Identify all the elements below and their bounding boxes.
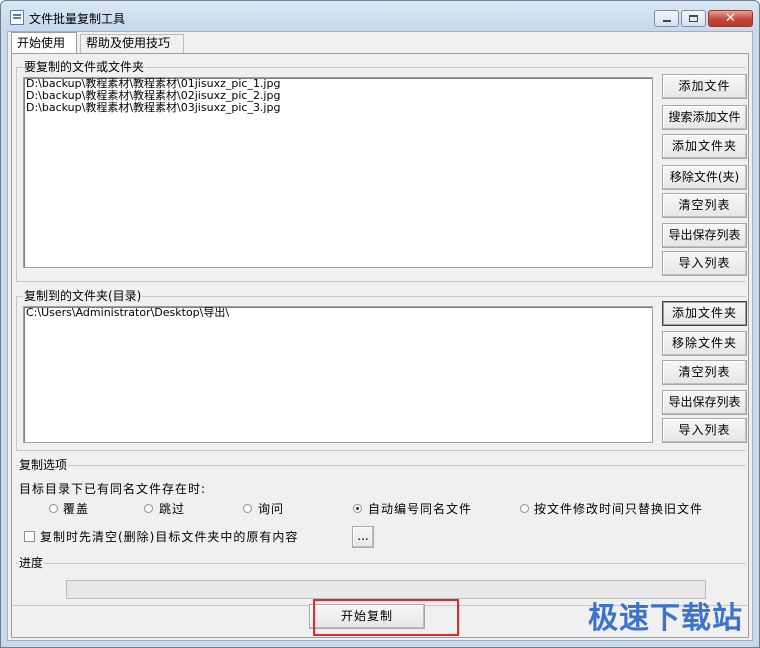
- import-dest-list-button[interactable]: 导入列表: [662, 418, 747, 443]
- list-item[interactable]: D:\backup\教程素材\教程素材\03jisuxz_pic_3.jpg: [24, 102, 652, 114]
- clear-dest-list-button[interactable]: 清空列表: [662, 360, 747, 385]
- radio-skip-label[interactable]: 跳过: [159, 500, 185, 517]
- list-item[interactable]: C:\Users\Administrator\Desktop\导出\: [24, 307, 652, 319]
- radio-auto-number[interactable]: [353, 504, 362, 513]
- options-group: 复制选项 目标目录下已有同名文件存在时: 覆盖 跳过 询问 自动编号同名文件 按…: [16, 458, 746, 551]
- watermark: 极速下载站: [588, 601, 743, 636]
- source-group-label: 要复制的文件或文件夹: [23, 60, 146, 74]
- conflict-prompt: 目标目录下已有同名文件存在时:: [19, 482, 207, 496]
- radio-auto-number-label[interactable]: 自动编号同名文件: [368, 500, 472, 517]
- add-dest-folder-button[interactable]: 添加文件夹: [662, 301, 747, 326]
- remove-dest-folder-button[interactable]: 移除文件夹: [662, 331, 747, 356]
- clear-target-label[interactable]: 复制时先清空(删除)目标文件夹中的原有内容: [40, 528, 298, 545]
- add-file-button[interactable]: 添加文件: [662, 74, 747, 99]
- minimize-icon: [663, 20, 671, 22]
- dest-group: 复制到的文件夹(目录) C:\Users\Administrator\Deskt…: [16, 289, 747, 451]
- radio-overwrite-label[interactable]: 覆盖: [63, 500, 89, 517]
- source-group: 要复制的文件或文件夹 D:\backup\教程素材\教程素材\01jisuxz_…: [16, 60, 747, 282]
- radio-ask[interactable]: [243, 504, 252, 513]
- import-list-button[interactable]: 导入列表: [662, 251, 747, 276]
- source-file-list[interactable]: D:\backup\教程素材\教程素材\01jisuxz_pic_1.jpg D…: [23, 77, 653, 268]
- conflict-options: 覆盖 跳过 询问 自动编号同名文件 按文件修改时间只替换旧文件: [16, 500, 746, 518]
- maximize-icon: [689, 15, 698, 22]
- radio-overwrite[interactable]: [49, 504, 58, 513]
- dest-folder-list[interactable]: C:\Users\Administrator\Desktop\导出\: [23, 306, 653, 443]
- client-area: 开始使用 帮助及使用技巧 要复制的文件或文件夹 D:\backup\教程素材\教…: [7, 31, 753, 641]
- clear-list-button[interactable]: 清空列表: [662, 193, 747, 218]
- options-group-label: 复制选项: [18, 458, 69, 472]
- start-button-highlight: [313, 599, 459, 636]
- tab-start[interactable]: 开始使用: [11, 32, 77, 54]
- tab-panel-start: 要复制的文件或文件夹 D:\backup\教程素材\教程素材\01jisuxz_…: [11, 53, 749, 638]
- dest-group-label: 复制到的文件夹(目录): [23, 289, 143, 303]
- export-dest-list-button[interactable]: 导出保存列表: [662, 390, 747, 415]
- add-folder-button[interactable]: 添加文件夹: [662, 134, 747, 159]
- radio-ask-label[interactable]: 询问: [258, 500, 284, 517]
- window-title: 文件批量复制工具: [29, 12, 126, 26]
- app-icon: [10, 10, 24, 25]
- progress-group-label: 进度: [18, 556, 45, 570]
- tab-help[interactable]: 帮助及使用技巧: [80, 34, 184, 53]
- clear-target-checkbox[interactable]: [24, 531, 35, 542]
- minimize-button[interactable]: [654, 10, 679, 27]
- export-list-button[interactable]: 导出保存列表: [662, 223, 747, 248]
- close-button[interactable]: ✕: [708, 10, 753, 27]
- app-window: 文件批量复制工具 ✕ 开始使用 帮助及使用技巧 要复制的文件或文件夹 D:\ba…: [0, 0, 760, 648]
- search-add-file-button[interactable]: 搜索添加文件: [662, 105, 747, 130]
- more-options-button[interactable]: ...: [352, 526, 374, 548]
- maximize-button[interactable]: [681, 10, 706, 27]
- title-bar[interactable]: 文件批量复制工具 ✕: [1, 1, 759, 31]
- radio-replace-older[interactable]: [520, 504, 529, 513]
- radio-skip[interactable]: [144, 504, 153, 513]
- close-icon: ✕: [725, 11, 736, 26]
- remove-file-button[interactable]: 移除文件(夹): [662, 165, 747, 190]
- radio-replace-older-label[interactable]: 按文件修改时间只替换旧文件: [534, 500, 703, 517]
